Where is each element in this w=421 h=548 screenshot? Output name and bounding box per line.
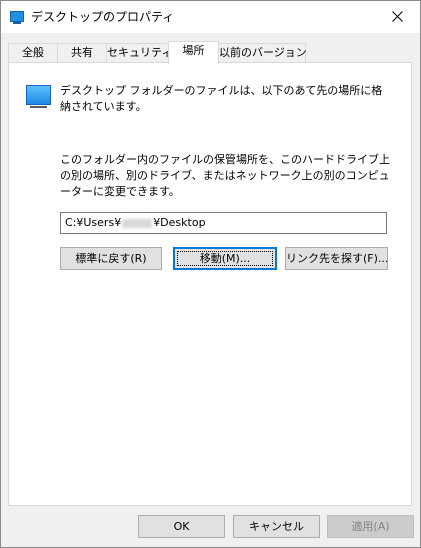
path-prefix: C:¥Users¥ [65, 216, 122, 229]
move-description: このフォルダー内のファイルの保管場所を、このハードドライブ上の別の場所、別のドラ… [60, 153, 390, 198]
move-button[interactable]: 移動(M)... [173, 247, 277, 270]
path-suffix: ¥Desktop [153, 216, 206, 229]
path-input[interactable]: C:¥Users¥ ¥Desktop [60, 212, 387, 234]
tab-location[interactable]: 場所 [168, 41, 219, 64]
desktop-folder-icon [26, 85, 51, 108]
title-bar[interactable]: デスクトップのプロパティ [1, 1, 420, 33]
close-icon [392, 11, 403, 22]
tab-sharing[interactable]: 共有 [57, 43, 107, 62]
move-button-label: 移動(M)... [199, 252, 251, 265]
restore-default-button[interactable]: 標準に戻す(R) [60, 247, 162, 270]
redacted-username [122, 218, 153, 228]
window-title: デスクトップのプロパティ [31, 10, 175, 24]
find-target-button[interactable]: リンク先を探す(F)... [285, 247, 388, 270]
tab-strip: 全般 共有 セキュリティ 場所 以前のバージョン [8, 41, 412, 64]
tab-previous-versions[interactable]: 以前のバージョン [218, 43, 307, 62]
location-description: デスクトップ フォルダーのファイルは、以下のあて先の場所に格納されています。 [60, 84, 383, 113]
properties-dialog: デスクトップのプロパティ 全般 共有 セキュリティ 場所 以前のバージョン デス… [0, 0, 421, 548]
tab-general[interactable]: 全般 [8, 43, 58, 62]
ok-button[interactable]: OK [138, 515, 225, 538]
location-panel: デスクトップ フォルダーのファイルは、以下のあて先の場所に格納されています。 こ… [8, 62, 412, 506]
desktop-folder-icon [10, 11, 24, 24]
cancel-button[interactable]: キャンセル [233, 515, 320, 538]
tab-security[interactable]: セキュリティ [106, 43, 172, 62]
close-button[interactable] [374, 1, 420, 33]
apply-button[interactable]: 適用(A) [327, 515, 414, 538]
